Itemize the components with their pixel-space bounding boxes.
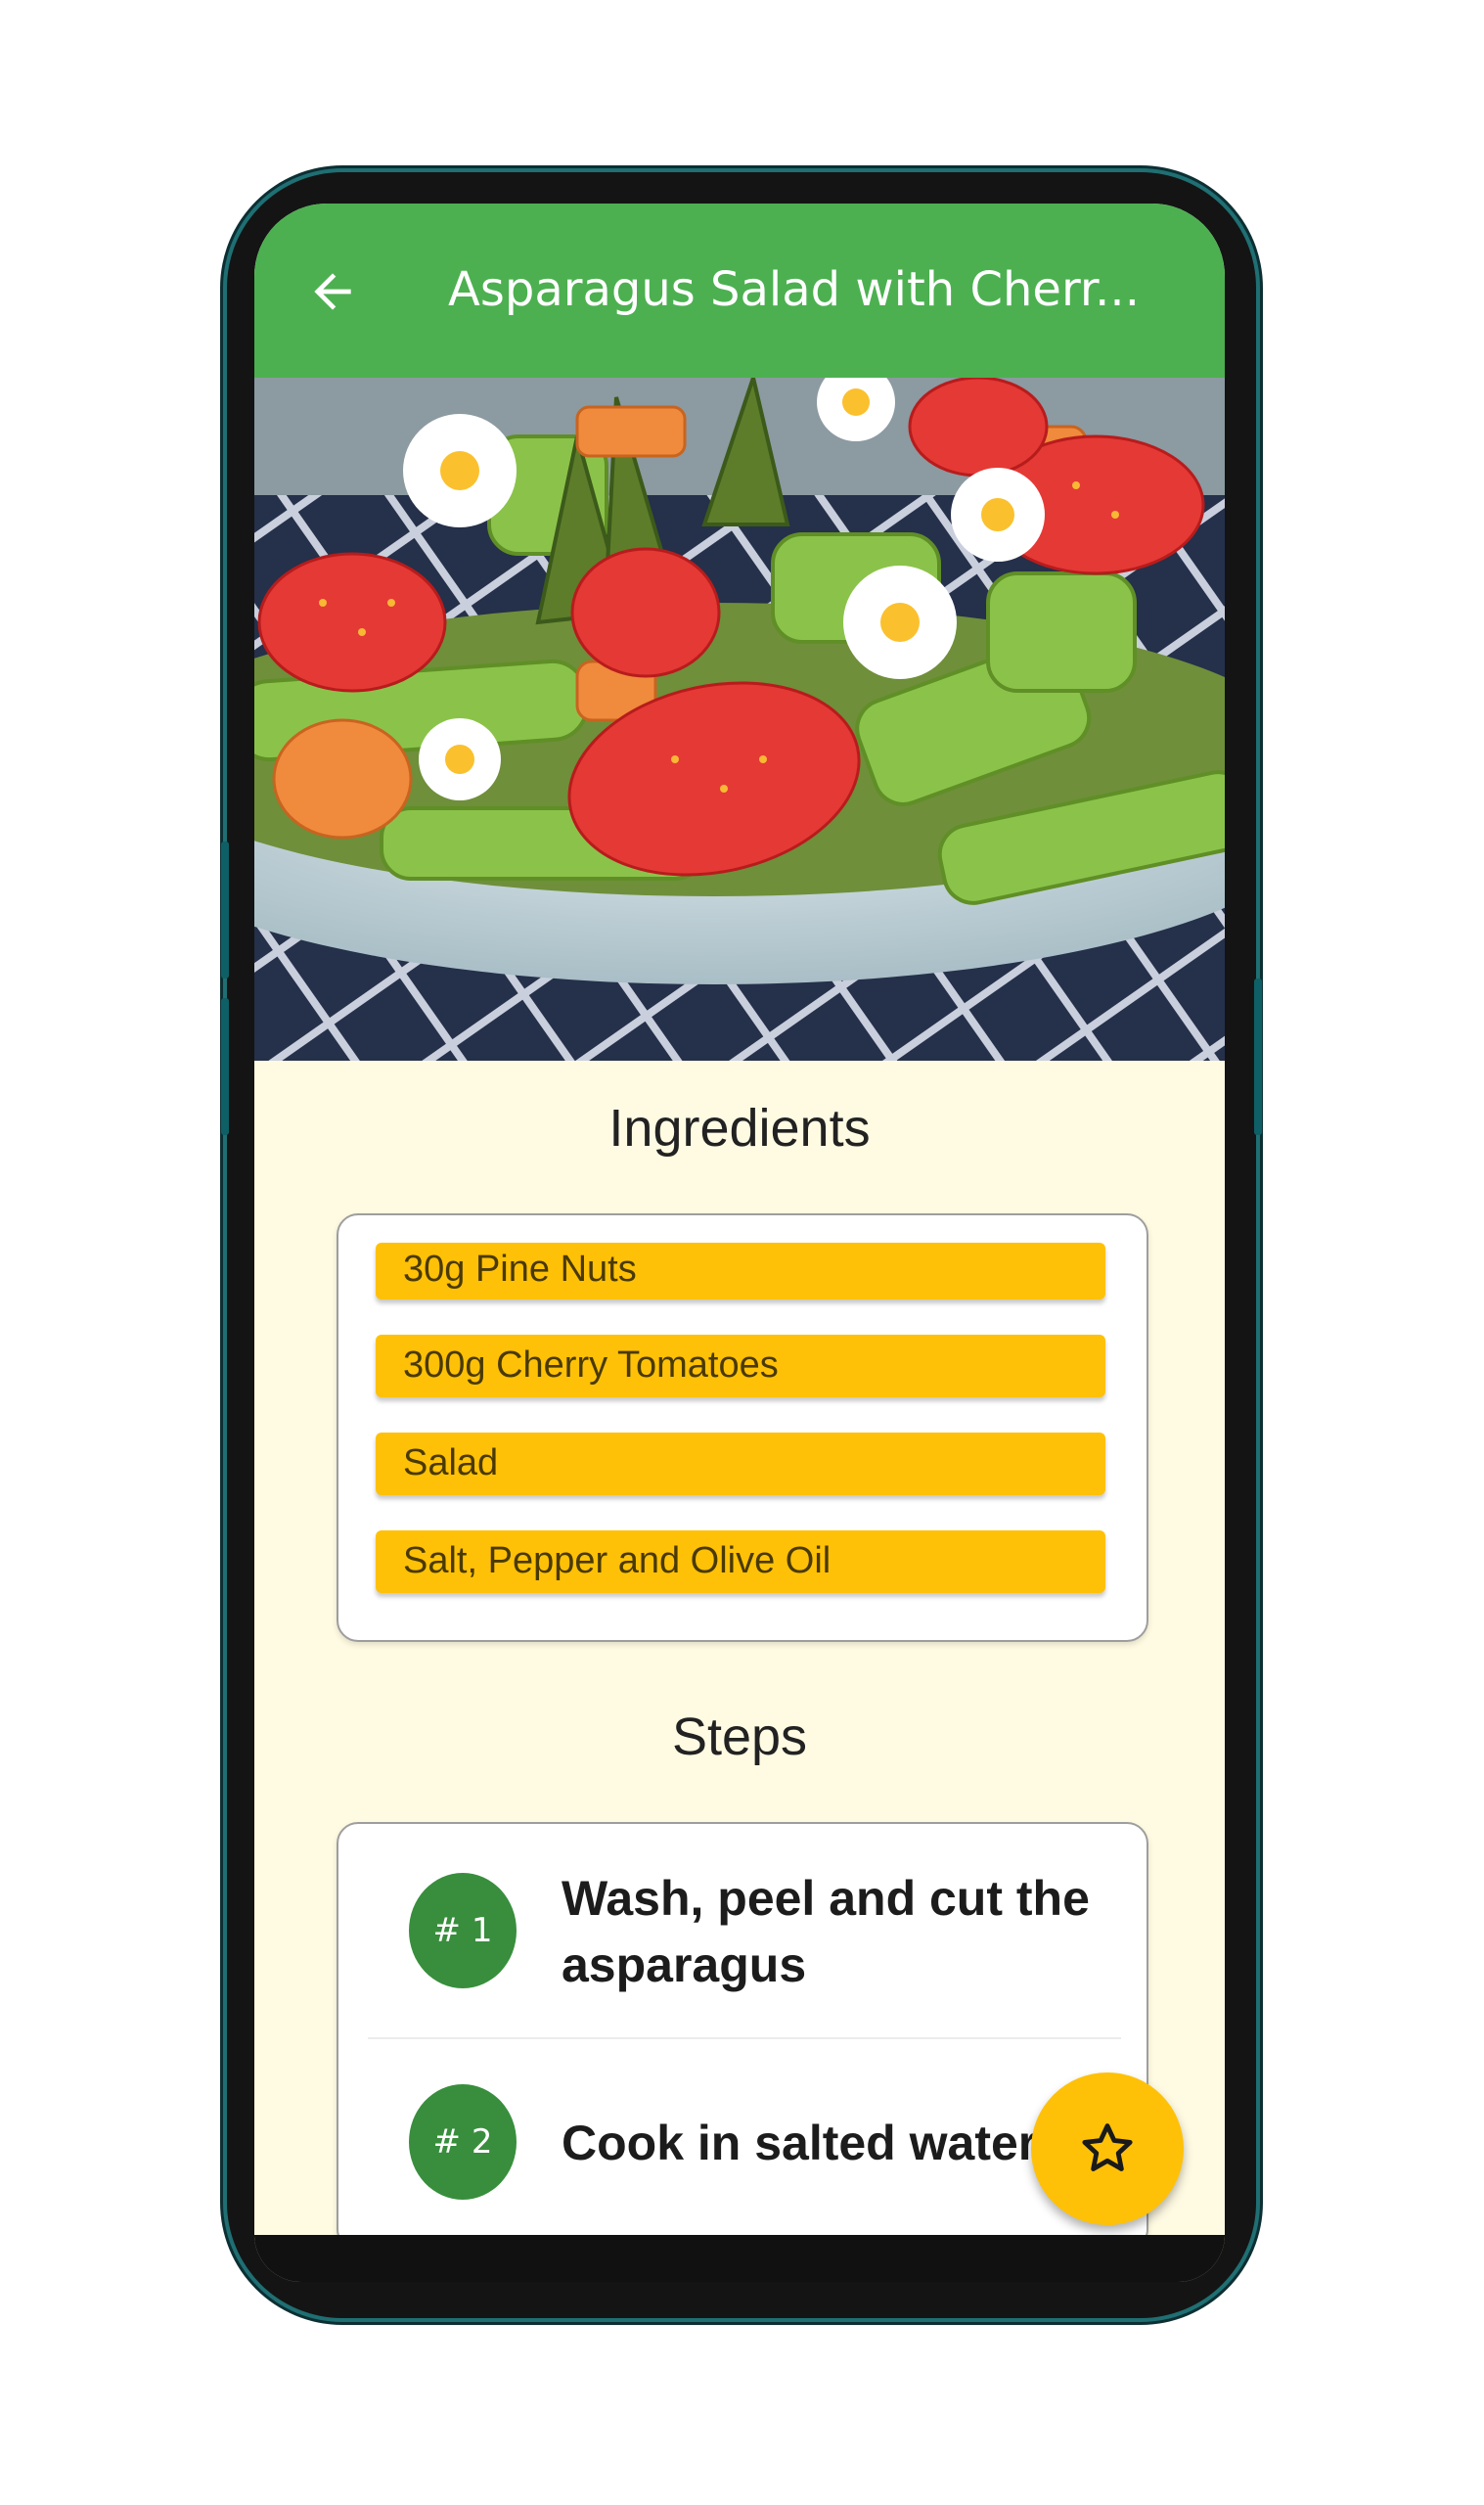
step-number-badge: # 2: [409, 2084, 517, 2200]
step-text: Cook in salted water: [562, 2116, 1038, 2170]
app-bar: Asparagus Salad with Cherr...: [254, 204, 1225, 378]
salad-photo: [254, 378, 1225, 1061]
step-item[interactable]: # 1 Wash, peel and cut the asparagus: [338, 1824, 1147, 2037]
step-text: Wash, peel and cut the asparagus: [562, 1871, 1090, 1992]
ingredient-item[interactable]: 300g Cherry Tomatoes: [376, 1335, 1105, 1397]
ingredients-card: 30g Pine Nuts 300g Cherry Tomatoes Salad…: [337, 1213, 1148, 1642]
step-item[interactable]: # 2 Cook in salted water: [338, 2039, 1147, 2247]
phone-side-button: [221, 998, 229, 1135]
step-number-badge: # 1: [409, 1873, 517, 1988]
phone-power-button: [1254, 979, 1262, 1135]
ingredient-item[interactable]: 30g Pine Nuts: [376, 1243, 1105, 1299]
screen-bottom-edge: [254, 2235, 1225, 2282]
phone-side-button: [221, 842, 229, 979]
ingredient-item[interactable]: Salad: [376, 1433, 1105, 1495]
steps-heading: Steps: [671, 1708, 808, 1766]
arrow-back-icon: [314, 273, 351, 310]
ingredient-item[interactable]: Salt, Pepper and Olive Oil: [376, 1530, 1105, 1593]
back-button[interactable]: [297, 256, 368, 327]
steps-card: # 1 Wash, peel and cut the asparagus # 2…: [337, 1822, 1148, 2251]
app-screen: Asparagus Salad with Cherr... Ingredient…: [254, 204, 1225, 2282]
ingredients-list: 30g Pine Nuts 300g Cherry Tomatoes Salad…: [376, 1243, 1105, 1628]
favorite-button[interactable]: [1031, 2072, 1184, 2225]
page-title: Asparagus Salad with Cherr...: [448, 262, 1140, 317]
ingredients-heading: Ingredients: [608, 1099, 871, 1158]
star-outline-icon: [1082, 2123, 1133, 2171]
